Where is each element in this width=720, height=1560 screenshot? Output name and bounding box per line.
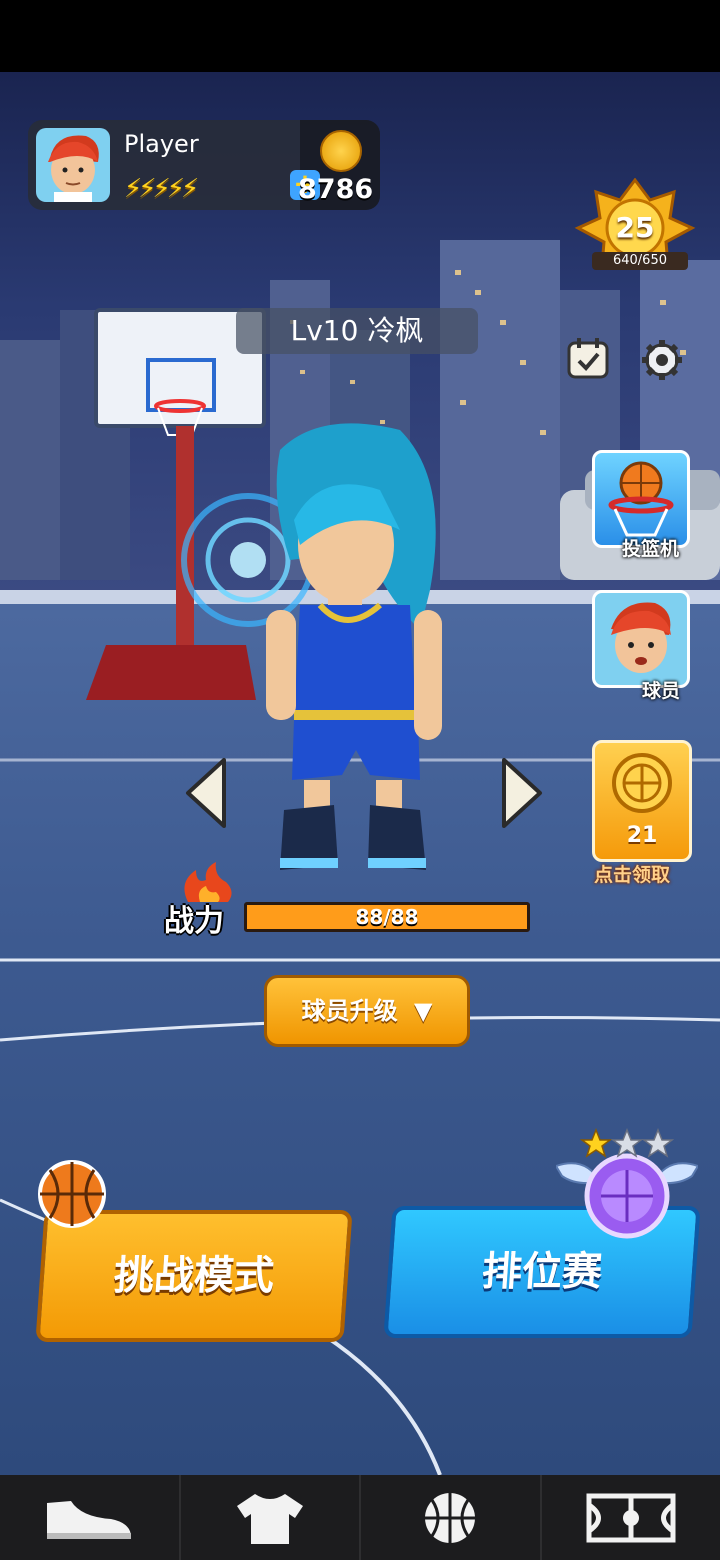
rank-level: 25 xyxy=(615,211,655,244)
nav-court[interactable] xyxy=(542,1475,720,1560)
ranked-emblem-icon xyxy=(556,1127,698,1239)
status-bar xyxy=(0,0,720,72)
player-avatar[interactable] xyxy=(36,128,110,202)
player-upgrade-label: 球员升级 xyxy=(301,997,398,1025)
previous-character-arrow[interactable] xyxy=(182,756,232,830)
chevron-down-icon: ▼ xyxy=(413,997,433,1025)
jersey-icon xyxy=(236,1493,303,1544)
reward-button[interactable]: 21 xyxy=(592,740,692,862)
gear-icon[interactable] xyxy=(640,338,684,382)
power-meter: 战力 88/88 xyxy=(164,862,532,940)
nav-shoes[interactable] xyxy=(0,1475,181,1560)
basketball-nav-icon xyxy=(425,1492,476,1543)
power-value: 88/88 xyxy=(355,905,419,929)
calendar-icon[interactable] xyxy=(566,336,610,380)
next-character-arrow[interactable] xyxy=(496,756,546,830)
court-icon xyxy=(586,1493,676,1542)
nav-ball[interactable] xyxy=(361,1475,542,1560)
coin-count: 8786 xyxy=(298,174,374,205)
basketball-icon xyxy=(38,1160,106,1228)
coin-icon xyxy=(320,130,362,172)
shooting-machine-label: 投篮机 xyxy=(622,538,680,560)
players-label: 球员 xyxy=(642,680,681,702)
shoe-icon xyxy=(47,1500,132,1539)
players-button[interactable] xyxy=(592,590,690,688)
reward-claim-label: 点击领取 xyxy=(594,864,671,886)
challenge-mode-label: 挑战模式 xyxy=(112,1253,276,1299)
reward-count: 21 xyxy=(626,823,658,848)
character-level-name: Lv10 冷枫 xyxy=(236,308,478,354)
game-screen: Player ⚡⚡⚡⚡⚡ + 8786 25 640/650 Lv10 冷枫 投… xyxy=(0,0,720,1560)
nav-clothing[interactable] xyxy=(181,1475,361,1560)
bottom-navigation xyxy=(0,1475,720,1560)
rank-xp: 640/650 xyxy=(592,252,688,270)
player-name: Player xyxy=(124,130,199,158)
player-upgrade-button[interactable]: 球员升级 ▼ xyxy=(264,975,470,1047)
power-label: 战力 xyxy=(164,904,224,939)
lightning-bolts-icon: ⚡⚡⚡⚡⚡ xyxy=(124,174,199,204)
player-info-panel[interactable]: Player ⚡⚡⚡⚡⚡ + 8786 xyxy=(28,120,380,210)
ranked-mode-label: 排位赛 xyxy=(480,1249,604,1295)
